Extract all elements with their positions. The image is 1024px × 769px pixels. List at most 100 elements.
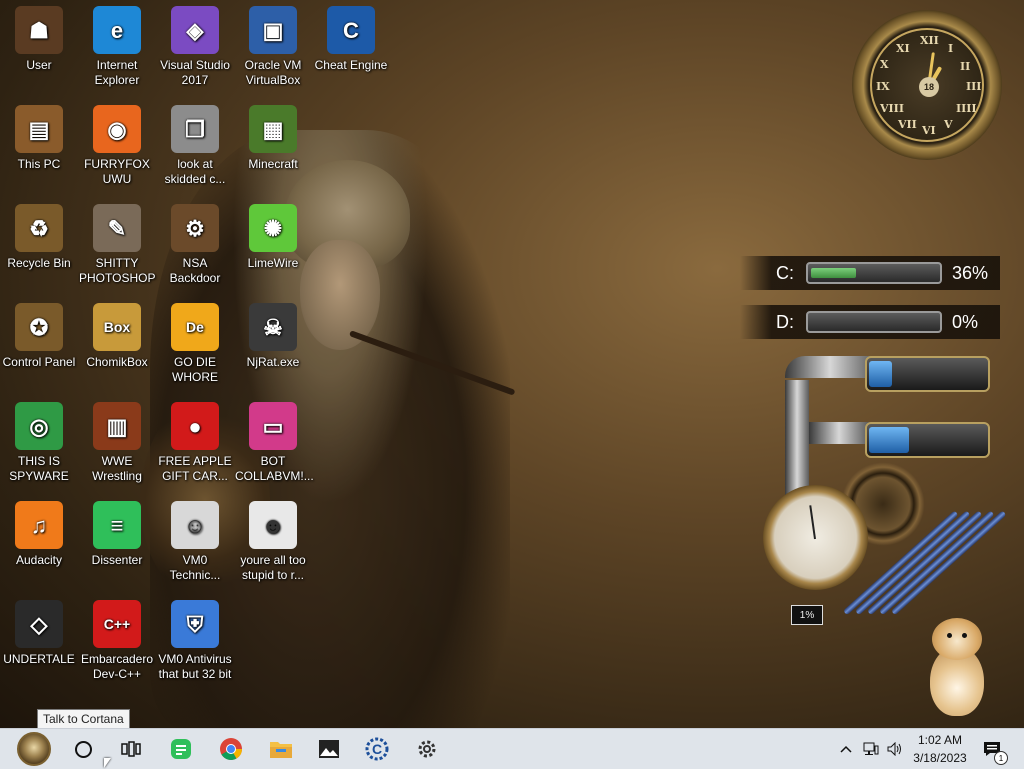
backdoor-icon: ⚙ bbox=[171, 204, 219, 252]
task-view-button[interactable] bbox=[112, 729, 150, 769]
hamster-image bbox=[922, 618, 992, 718]
taskbar-settings[interactable] bbox=[408, 729, 446, 769]
taskbar-dissenter[interactable] bbox=[162, 729, 200, 769]
desktop-icon-devcpp[interactable]: C++ Embarcadero Dev-C++ bbox=[78, 594, 156, 682]
limewire-icon: ✺ bbox=[249, 204, 297, 252]
desktop-icon-skull[interactable]: ☠ NjRat.exe bbox=[234, 297, 312, 370]
technician-icon: ☺ bbox=[171, 501, 219, 549]
clock-numeral: I bbox=[948, 42, 954, 55]
clock-widget: XII I II III IIII V VI VII VIII IX X XI … bbox=[852, 10, 1002, 160]
wwe-icon: ▥ bbox=[93, 402, 141, 450]
taskbar-clock[interactable]: 1:02 AM 3/18/2023 bbox=[900, 731, 980, 767]
desktop-icon-label: FREE APPLE GIFT CAR... bbox=[158, 454, 232, 483]
desktop-icon-label: NjRat.exe bbox=[246, 355, 300, 369]
desktop-icon-wwe[interactable]: ▥ WWE Wrestling bbox=[78, 396, 156, 484]
desktop-icon-portrait[interactable]: ☻ youre all too stupid to r... bbox=[234, 495, 312, 583]
desktop-icon-minecraft[interactable]: ▦ Minecraft bbox=[234, 99, 312, 172]
desktop-icon-label: Dissenter bbox=[91, 553, 143, 567]
cortana-button[interactable] bbox=[64, 729, 102, 769]
show-hidden-icons-button[interactable] bbox=[836, 729, 856, 769]
de-icon: De bbox=[171, 303, 219, 351]
mouse-cursor bbox=[104, 758, 111, 768]
wallpaper-face bbox=[300, 240, 380, 350]
taskbar-photos[interactable] bbox=[310, 729, 348, 769]
desktop-icon-label: UNDERTALE bbox=[3, 652, 75, 666]
desktop-icon-dissenter[interactable]: ≡ Dissenter bbox=[78, 495, 156, 568]
audacity-icon: ♫ bbox=[15, 501, 63, 549]
cortana-tooltip: Talk to Cortana bbox=[37, 709, 130, 729]
desktop-icon-backdoor[interactable]: ⚙ NSA Backdoor bbox=[156, 198, 234, 286]
desktop-icon-unity[interactable]: ◇ UNDERTALE bbox=[0, 594, 78, 667]
chrome-icon bbox=[220, 738, 242, 760]
recycle-bin-icon: ♻ bbox=[15, 204, 63, 252]
gear-icon bbox=[418, 740, 436, 758]
cheat-engine-icon: C bbox=[365, 737, 389, 761]
desktop-icon-user-folder[interactable]: ☗ User bbox=[0, 0, 78, 73]
desktop-icon-shield[interactable]: ⛨ VM0 Antivirus that but 32 bit bbox=[156, 594, 234, 682]
taskbar-cheat-engine[interactable]: C bbox=[358, 729, 396, 769]
desktop-icon-label: youre all too stupid to r... bbox=[240, 553, 306, 582]
desktop-icon-label: Audacity bbox=[15, 553, 63, 567]
desktop-icon-label: NSA Backdoor bbox=[169, 256, 221, 285]
drive-bar-fill bbox=[811, 268, 856, 278]
shortcut-icon: ❐ bbox=[171, 105, 219, 153]
chomikbox-icon: Box bbox=[93, 303, 141, 351]
desktop-icon-gimp[interactable]: ✎ SHITTY PHOTOSHOP bbox=[78, 198, 156, 286]
desktop-icon-recycle-bin[interactable]: ♻ Recycle Bin bbox=[0, 198, 78, 271]
desktop-icon-apple[interactable]: ● FREE APPLE GIFT CAR... bbox=[156, 396, 234, 484]
gauge-percent: 1% bbox=[791, 605, 823, 625]
taskbar: C 1:02 AM 3/18/2023 1 bbox=[0, 728, 1024, 769]
drive-percent: 36% bbox=[952, 263, 989, 283]
desktop-icon-label: Embarcadero Dev-C++ bbox=[80, 652, 154, 681]
cheat-engine-icon: C bbox=[327, 6, 375, 54]
desktop-icon-label: VM0 Technic... bbox=[169, 553, 221, 582]
clock-numeral: VIII bbox=[880, 102, 904, 115]
collabvm-icon: ▭ bbox=[249, 402, 297, 450]
desktop-icon-audacity[interactable]: ♫ Audacity bbox=[0, 495, 78, 568]
chevron-up-icon bbox=[840, 745, 852, 753]
visual-studio-icon: ◈ bbox=[171, 6, 219, 54]
network-button[interactable] bbox=[860, 729, 882, 769]
desktop-icon-firefox[interactable]: ◉ FURRYFOX UWU bbox=[78, 99, 156, 187]
desktop-icon-de[interactable]: De GO DIE WHORE bbox=[156, 297, 234, 385]
desktop-icon-virtualbox[interactable]: ▣ Oracle VM VirtualBox bbox=[234, 0, 312, 88]
photos-icon bbox=[319, 740, 339, 758]
drive-meter-c: C: 36% bbox=[740, 256, 1000, 290]
desktop-icon-computer[interactable]: ▤ This PC bbox=[0, 99, 78, 172]
desktop-icon-technician[interactable]: ☺ VM0 Technic... bbox=[156, 495, 234, 583]
desktop-icon-control-panel[interactable]: ✪ Control Panel bbox=[0, 297, 78, 370]
clock-numeral: III bbox=[966, 80, 982, 93]
hamster-head bbox=[932, 618, 982, 660]
clock-numeral: IIII bbox=[956, 102, 977, 115]
start-orb-icon bbox=[17, 732, 51, 766]
desktop-icon-edge[interactable]: e Internet Explorer bbox=[78, 0, 156, 88]
taskbar-file-explorer[interactable] bbox=[262, 729, 300, 769]
drive-bar bbox=[806, 311, 942, 333]
cpu-tank bbox=[865, 356, 990, 392]
desktop-icon-label: SHITTY PHOTOSHOP bbox=[79, 256, 156, 285]
drive-percent: 0% bbox=[952, 312, 979, 332]
cortana-icon bbox=[74, 740, 92, 758]
desktop-icon-visual-studio[interactable]: ◈ Visual Studio 2017 bbox=[156, 0, 234, 88]
desktop-icon-label: look at skidded c... bbox=[164, 157, 226, 186]
notification-badge: 1 bbox=[994, 751, 1008, 765]
taskbar-chrome[interactable] bbox=[212, 729, 250, 769]
unity-icon: ◇ bbox=[15, 600, 63, 648]
desktop-icon-collabvm[interactable]: ▭ BOT COLLABVM!... bbox=[234, 396, 314, 484]
desktop-icon-label: FURRYFOX UWU bbox=[84, 157, 150, 186]
ram-tank-level bbox=[869, 427, 909, 453]
desktop-icon-limewire[interactable]: ✺ LimeWire bbox=[234, 198, 312, 271]
desktop-icon-chrome[interactable]: ◎ THIS IS SPYWARE bbox=[0, 396, 78, 484]
desktop-icon-cheat-engine[interactable]: C Cheat Engine bbox=[312, 0, 390, 73]
virtualbox-icon: ▣ bbox=[249, 6, 297, 54]
clock-numeral: VI bbox=[922, 124, 936, 137]
desktop-icon-label: Control Panel bbox=[2, 355, 76, 369]
shield-icon: ⛨ bbox=[171, 600, 219, 648]
clock-face: XII I II III IIII V VI VII VIII IX X XI … bbox=[870, 28, 984, 142]
desktop-icon-label: WWE Wrestling bbox=[92, 454, 142, 483]
desktop-icon-shortcut[interactable]: ❐ look at skidded c... bbox=[156, 99, 234, 187]
start-button[interactable] bbox=[10, 729, 58, 769]
system-monitor-widget: 1% bbox=[755, 350, 1007, 650]
desktop-icon-chomikbox[interactable]: Box ChomikBox bbox=[78, 297, 156, 370]
pipe-elbow bbox=[785, 356, 875, 378]
